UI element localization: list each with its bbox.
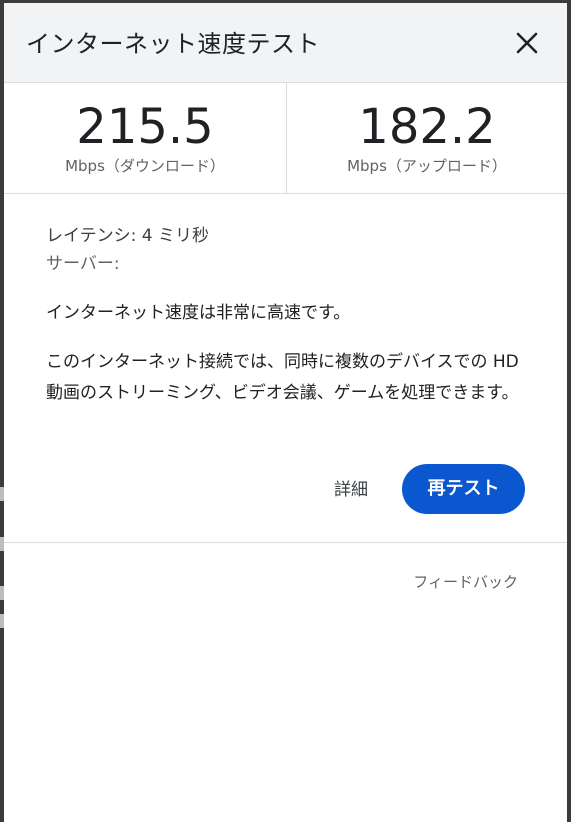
- upload-speed-value: 182.2: [358, 99, 496, 155]
- close-icon: [516, 32, 538, 54]
- close-button[interactable]: [511, 27, 543, 59]
- footer-divider: [4, 542, 567, 543]
- latency-text: レイテンシ: 4 ミリ秒: [46, 226, 210, 246]
- speed-verdict: インターネット速度は非常に高速です。: [46, 303, 351, 323]
- speed-description: このインターネット接続では、同時に複数のデバイスでの HD 動画のストリーミング…: [46, 352, 519, 403]
- window-edge-right: [567, 0, 571, 822]
- download-result: 215.5 Mbps（ダウンロード）: [4, 83, 287, 193]
- download-speed-unit: Mbps（ダウンロード）: [65, 157, 225, 175]
- download-speed-value: 215.5: [76, 99, 214, 155]
- background-sliver: [0, 537, 4, 551]
- upload-speed-unit: Mbps（アップロード）: [347, 157, 507, 175]
- speed-results: 215.5 Mbps（ダウンロード） 182.2 Mbps（アップロード）: [4, 83, 567, 194]
- dialog-header: インターネット速度テスト: [4, 3, 567, 83]
- details-link[interactable]: 詳細: [334, 475, 368, 500]
- upload-result: 182.2 Mbps（アップロード）: [287, 83, 567, 193]
- dialog-title: インターネット速度テスト: [26, 30, 320, 58]
- connection-info: レイテンシ: 4 ミリ秒 サーバー:: [46, 222, 536, 278]
- retest-button[interactable]: 再テスト: [402, 464, 525, 514]
- background-sliver: [0, 586, 4, 600]
- feedback-link[interactable]: フィードバック: [413, 571, 518, 592]
- server-text: サーバー:: [46, 254, 120, 274]
- background-sliver: [0, 487, 4, 501]
- background-sliver: [0, 614, 4, 628]
- speed-test-dialog: インターネット速度テスト 215.5 Mbps（ダウンロード） 182.2 Mb…: [0, 0, 571, 822]
